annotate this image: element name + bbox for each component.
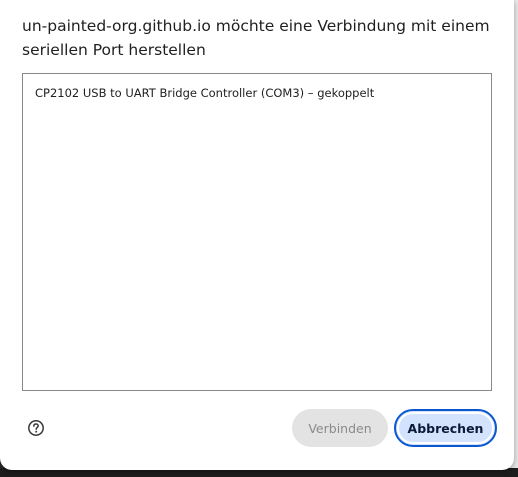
serial-port-dialog: un-painted-org.github.io möchte eine Ver… [0, 0, 514, 470]
device-list[interactable]: CP2102 USB to UART Bridge Controller (CO… [22, 73, 492, 391]
cancel-button[interactable]: Abbrechen [394, 409, 497, 447]
device-list-item[interactable]: CP2102 USB to UART Bridge Controller (CO… [35, 86, 374, 100]
help-circle-icon[interactable] [27, 419, 45, 437]
dialog-title: un-painted-org.github.io möchte eine Ver… [22, 17, 490, 59]
connect-button[interactable]: Verbinden [292, 409, 388, 447]
